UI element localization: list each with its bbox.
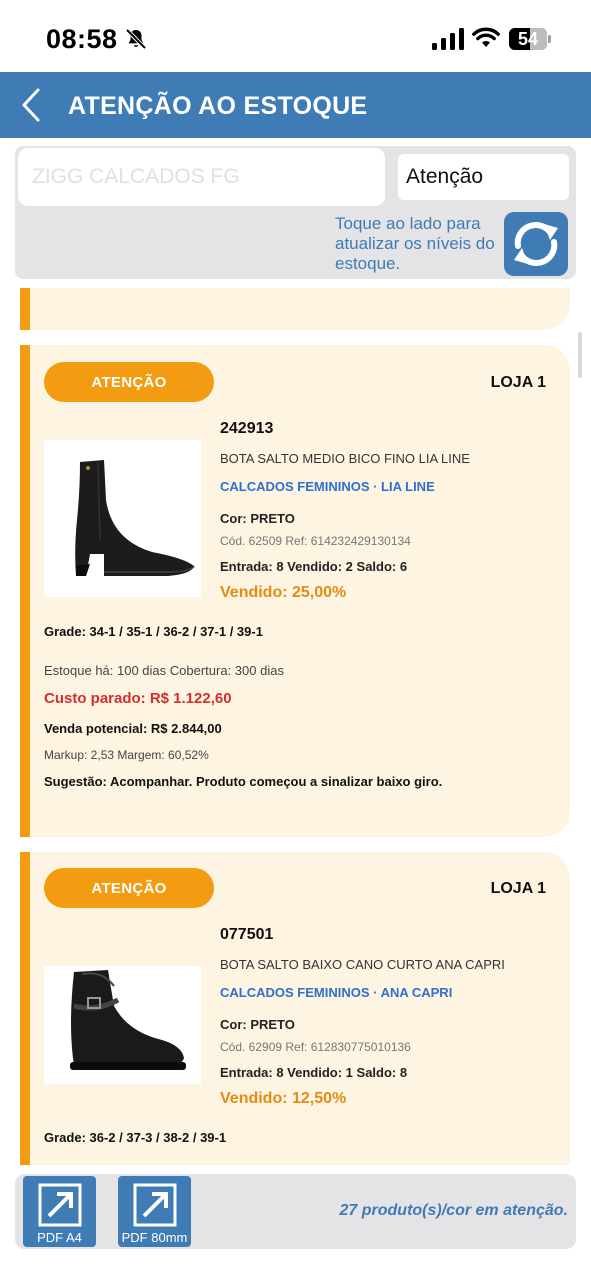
battery-indicator: 54 (509, 28, 551, 50)
product-grade: Grade: 36-2 / 37-3 / 38-2 / 39-1 (44, 1130, 227, 1145)
share-export-icon (38, 1183, 82, 1227)
status-filter-select[interactable]: Atenção (398, 154, 569, 200)
product-color: Cor: PRETO (220, 1017, 295, 1032)
product-refs: Cód. 62909 Ref: 612830775010136 (220, 1040, 411, 1054)
product-potential-sale: Venda potencial: R$ 2.844,00 (44, 721, 222, 736)
share-export-icon (133, 1183, 177, 1227)
product-moves: Entrada: 8 Vendido: 1 Saldo: 8 (220, 1065, 408, 1080)
product-stock-age: Estoque há: 100 dias Cobertura: 300 dias (44, 663, 284, 678)
product-code: 242913 (220, 420, 274, 437)
product-sold-percent: Vendido: 25,00% (220, 584, 347, 601)
pdf-80mm-button[interactable]: PDF 80mm (118, 1176, 191, 1247)
cellular-signal-icon (432, 28, 464, 50)
status-bar: 08:58 54 (0, 0, 591, 72)
attention-badge: ATENÇÃO (44, 868, 214, 908)
product-sold-percent: Vendido: 12,50% (220, 1090, 347, 1107)
attention-count-summary: 27 produto(s)/cor em atenção. (339, 1202, 569, 1219)
refresh-hint-text: Toque ao lado para atualizar os níveis d… (335, 214, 495, 273)
status-filter-value: Atenção (406, 165, 484, 188)
product-idle-cost: Custo parado: R$ 1.122,60 (44, 690, 232, 707)
product-card[interactable]: ATENÇÃO LOJA 1 077501 BOTA SALTO BAIXO C… (20, 852, 570, 1165)
product-image (44, 966, 201, 1084)
bell-muted-icon (125, 28, 147, 50)
product-card[interactable]: ATENÇÃO LOJA 1 242913 BOTA SALTO MEDIO B… (20, 345, 570, 837)
back-chevron-icon[interactable] (14, 84, 54, 126)
product-categories[interactable]: CALCADOS FEMININOS · ANA CAPRI (220, 985, 452, 1000)
battery-level-text: 54 (517, 29, 539, 49)
product-card-previous[interactable] (20, 288, 570, 330)
store-label: LOJA 1 (490, 880, 546, 897)
product-categories[interactable]: CALCADOS FEMININOS · LIA LINE (220, 479, 435, 494)
product-suggestion: Sugestão: Acompanhar. Produto começou a … (44, 774, 443, 789)
pdf-a4-button[interactable]: PDF A4 (23, 1176, 96, 1247)
product-code: 077501 (220, 926, 274, 943)
ankle-boot-high-heel-icon (75, 460, 195, 576)
scrollbar[interactable] (578, 332, 582, 378)
ankle-boot-flat-buckle-icon (70, 970, 186, 1070)
store-label: LOJA 1 (490, 374, 546, 391)
page-title: ATENÇÃO AO ESTOQUE (68, 92, 368, 120)
product-grade: Grade: 34-1 / 35-1 / 36-2 / 37-1 / 39-1 (44, 624, 263, 639)
wifi-icon (472, 27, 500, 47)
refresh-button[interactable] (504, 212, 568, 276)
product-image (44, 440, 201, 597)
product-description: BOTA SALTO MEDIO BICO FINO LIA LINE (220, 451, 470, 466)
filter-panel: Atenção Toque ao lado para atualizar os … (15, 146, 576, 279)
refresh-icon (514, 222, 558, 266)
store-search-input[interactable] (18, 148, 385, 206)
product-moves: Entrada: 8 Vendido: 2 Saldo: 6 (220, 559, 408, 574)
product-list[interactable]: ATENÇÃO LOJA 1 242913 BOTA SALTO MEDIO B… (0, 288, 591, 1165)
status-time: 08:58 (46, 24, 118, 54)
app-header: ATENÇÃO AO ESTOQUE (0, 72, 591, 138)
product-refs: Cód. 62509 Ref: 614232429130134 (220, 534, 411, 548)
product-markup: Markup: 2,53 Margem: 60,52% (44, 748, 209, 762)
pdf-a4-label: PDF A4 (37, 1230, 82, 1245)
product-color: Cor: PRETO (220, 511, 295, 526)
attention-badge: ATENÇÃO (44, 362, 214, 402)
pdf-80mm-label: PDF 80mm (121, 1230, 188, 1245)
product-description: BOTA SALTO BAIXO CANO CURTO ANA CAPRI (220, 957, 505, 972)
footer-bar: PDF A4 PDF 80mm 27 produto(s)/cor em ate… (15, 1174, 576, 1249)
